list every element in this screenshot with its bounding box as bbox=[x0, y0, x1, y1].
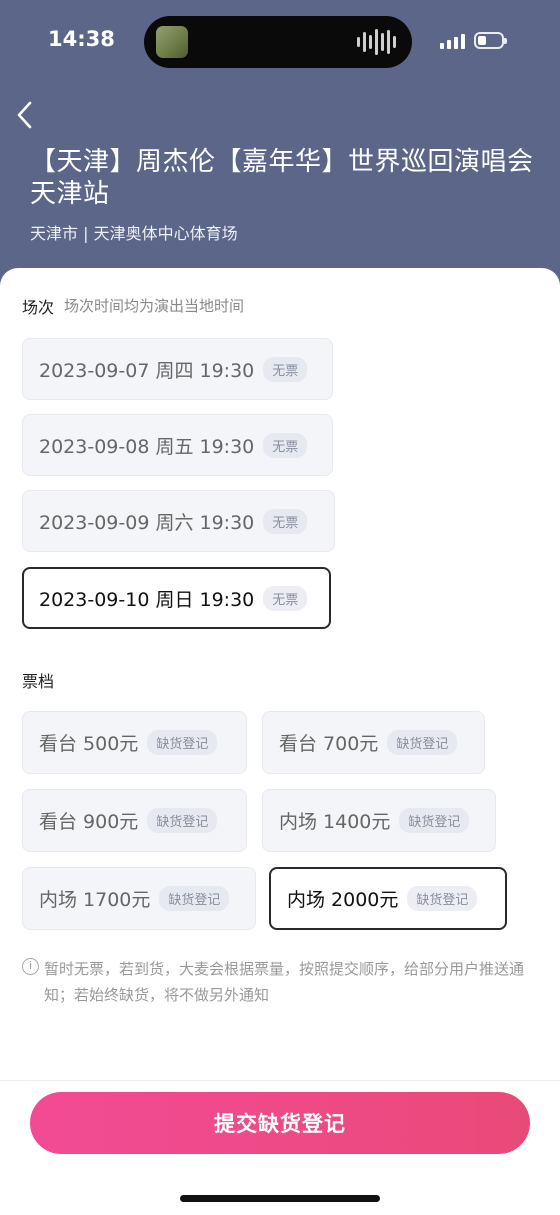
waitlist-badge: 缺货登记 bbox=[159, 886, 230, 911]
ticket-label: 内场 1700元 bbox=[39, 889, 151, 911]
info-icon: i bbox=[22, 958, 39, 975]
ticket-option[interactable]: 看台 500元 缺货登记 bbox=[22, 711, 247, 774]
status-badge: 无票 bbox=[263, 432, 308, 458]
event-title: 【天津】周杰伦【嘉年华】世界巡回演唱会天津站 bbox=[30, 147, 534, 209]
session-label: 2023-09-10 周日 19:30 bbox=[39, 588, 255, 611]
waitlist-badge: 缺货登记 bbox=[399, 808, 470, 833]
footer-divider bbox=[0, 1080, 560, 1081]
event-venue: 天津市 | 天津奥体中心体育场 bbox=[30, 224, 238, 243]
session-option[interactable]: 2023-09-07 周四 19:30 无票 bbox=[22, 338, 333, 400]
ticket-label: 看台 500元 bbox=[39, 733, 139, 755]
chevron-left-icon bbox=[17, 101, 32, 129]
ticket-option[interactable]: 内场 1400元 缺货登记 bbox=[262, 789, 496, 852]
ticket-label: 内场 2000元 bbox=[287, 889, 399, 911]
session-label: 2023-09-09 周六 19:30 bbox=[39, 511, 255, 534]
ticket-label: 看台 900元 bbox=[39, 811, 139, 833]
waitlist-badge: 缺货登记 bbox=[407, 886, 478, 911]
session-label: 2023-09-07 周四 19:30 bbox=[39, 359, 255, 382]
tickets-title: 票档 bbox=[22, 672, 55, 691]
audio-waveform-icon bbox=[357, 28, 396, 56]
session-option[interactable]: 2023-09-09 周六 19:30 无票 bbox=[22, 490, 335, 552]
waitlist-badge: 缺货登记 bbox=[147, 730, 218, 755]
ticket-option[interactable]: 看台 700元 缺货登记 bbox=[262, 711, 485, 774]
back-button[interactable] bbox=[14, 100, 38, 130]
ticket-label: 内场 1400元 bbox=[279, 811, 391, 833]
ticket-option[interactable]: 看台 900元 缺货登记 bbox=[22, 789, 247, 852]
battery-icon bbox=[474, 32, 507, 49]
ticket-label: 看台 700元 bbox=[279, 733, 379, 755]
session-option[interactable]: 2023-09-08 周五 19:30 无票 bbox=[22, 414, 333, 476]
signal-icon bbox=[440, 34, 465, 49]
sessions-title: 场次 bbox=[22, 298, 55, 317]
status-badge: 无票 bbox=[263, 508, 308, 534]
status-time: 14:38 bbox=[48, 27, 115, 51]
home-indicator[interactable] bbox=[180, 1195, 380, 1202]
submit-waitlist-button[interactable]: 提交缺货登记 bbox=[30, 1092, 530, 1154]
session-label: 2023-09-08 周五 19:30 bbox=[39, 435, 255, 458]
status-badge: 无票 bbox=[263, 585, 308, 611]
now-playing-artwork bbox=[156, 26, 188, 58]
ticket-option[interactable]: 内场 1700元 缺货登记 bbox=[22, 867, 256, 930]
waitlist-badge: 缺货登记 bbox=[147, 808, 218, 833]
session-option[interactable]: 2023-09-10 周日 19:30 无票 bbox=[22, 567, 331, 629]
ticket-option[interactable]: 内场 2000元 缺货登记 bbox=[269, 867, 507, 930]
waitlist-badge: 缺货登记 bbox=[387, 730, 458, 755]
page-header: 14:38 【天津】周杰伦【嘉年华】世界巡回演唱会天津站 天津市 | 天津奥体中… bbox=[0, 0, 560, 290]
notice-text: 暂时无票，若到货，大麦会根据票量，按照提交顺序，给部分用户推送通知；若始终缺货，… bbox=[44, 960, 525, 1004]
status-badge: 无票 bbox=[263, 356, 308, 382]
sessions-hint: 场次时间均为演出当地时间 bbox=[64, 297, 245, 315]
dynamic-island bbox=[144, 16, 412, 68]
selection-sheet: 场次 场次时间均为演出当地时间 2023-09-07 周四 19:30 无票 2… bbox=[0, 268, 560, 1215]
